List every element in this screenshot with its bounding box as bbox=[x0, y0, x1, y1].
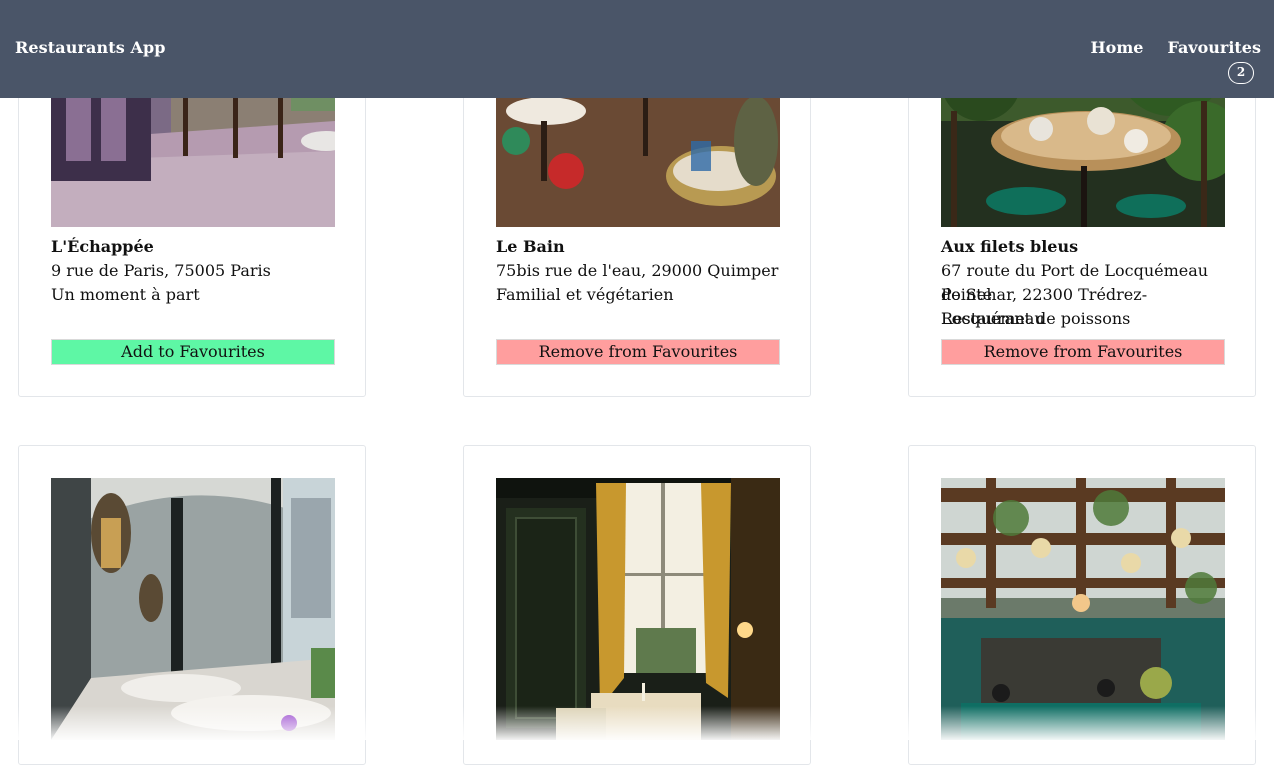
favourites-count-badge: 2 bbox=[1228, 62, 1254, 84]
nav-favourites[interactable]: Favourites 2 bbox=[1167, 38, 1261, 84]
restaurant-card bbox=[908, 445, 1256, 765]
restaurant-description: Restaurant de poissons bbox=[941, 309, 1131, 328]
restaurant-address: 75bis rue de l'eau, 29000 Quimper bbox=[496, 261, 779, 280]
top-navbar: Restaurants App Home Favourites 2 bbox=[0, 0, 1274, 98]
restaurant-name: Le Bain bbox=[496, 237, 565, 256]
restaurant-image bbox=[51, 478, 335, 740]
restaurant-image bbox=[496, 478, 780, 740]
restaurant-card bbox=[463, 445, 811, 765]
nav-home[interactable]: Home bbox=[1091, 38, 1144, 57]
app-brand[interactable]: Restaurants App bbox=[15, 38, 166, 57]
restaurant-card bbox=[18, 445, 366, 765]
restaurant-grid: L'Échappée 9 rue de Paris, 75005 Paris U… bbox=[0, 0, 1274, 765]
restaurant-description: Familial et végétarien bbox=[496, 285, 674, 304]
add-to-favourites-button[interactable]: Add to Favourites bbox=[51, 339, 335, 365]
nav-links: Home Favourites 2 bbox=[1091, 38, 1261, 84]
remove-from-favourites-button[interactable]: Remove from Favourites bbox=[941, 339, 1225, 365]
remove-from-favourites-button[interactable]: Remove from Favourites bbox=[496, 339, 780, 365]
restaurant-image bbox=[941, 478, 1225, 740]
nav-favourites-label: Favourites bbox=[1167, 38, 1261, 57]
restaurant-description: Un moment à part bbox=[51, 285, 200, 304]
restaurant-address: 9 rue de Paris, 75005 Paris bbox=[51, 261, 271, 280]
restaurant-name: L'Échappée bbox=[51, 237, 154, 256]
restaurant-name: Aux filets bleus bbox=[941, 237, 1079, 256]
